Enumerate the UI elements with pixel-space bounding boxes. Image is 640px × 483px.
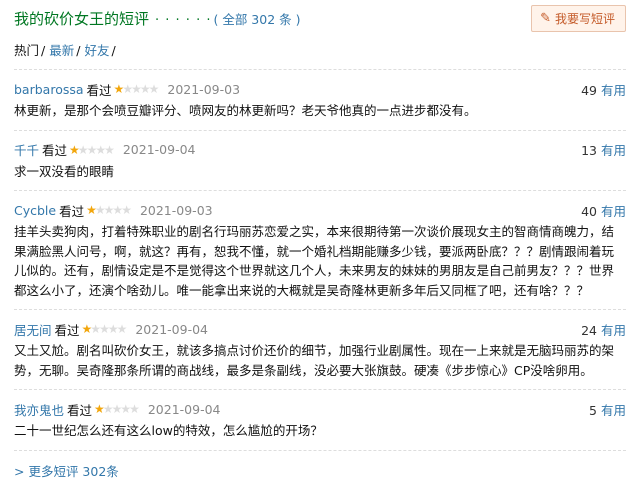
review-user-link[interactable]: barbarossa	[14, 82, 84, 97]
review-item: barbarossa 看过 ★★★★★ 2021-09-03 49 有用 林更新，是那个会喷…	[14, 70, 626, 131]
review-meta-left: 千千 看过 ★★★★★ 2021-09-04	[14, 140, 196, 159]
useful-vote-button[interactable]: 有用	[601, 204, 626, 219]
star-icon: ★	[94, 402, 105, 416]
vote-count: 13	[581, 143, 597, 158]
review-text: 二十一世纪怎么还有这么low的特效，怎么尴尬的开场？	[14, 423, 323, 438]
review-meta-left: 居无间 看过 ★★★★★ 2021-09-04	[14, 320, 208, 339]
star-icon: ★	[99, 322, 110, 336]
star-icon: ★	[107, 322, 119, 336]
review-meta-left: Cycble 看过 ★★★★★ 2021-09-03	[14, 201, 213, 220]
useful-vote-button[interactable]: 有用	[601, 143, 626, 158]
review-user-link[interactable]: 我亦鬼也	[14, 400, 64, 419]
review-item: 居无间 看过 ★★★★★ 2021-09-04 24 有用 又土又尬。剧名叫砍价女王，就该多…	[14, 310, 626, 390]
sort-tabs: 热门 / 最新 / 好友 /	[14, 40, 626, 62]
comments-header: 我的砍价女王的短评 · · · · · · ( 全部 302 条 ) ✎ 我要写…	[14, 0, 626, 35]
review-date: 2021-09-04	[135, 321, 209, 337]
star-icon: ★	[102, 402, 114, 416]
review-meta: 我亦鬼也 看过 ★★★★★ 2021-09-04 5 有用	[14, 400, 626, 418]
star-icon: ★	[90, 322, 101, 336]
vote-group: 49 有用	[581, 80, 626, 99]
star-icon: ★	[131, 82, 142, 96]
rating-stars: ★★★★★	[113, 82, 160, 96]
review-date: 2021-09-04	[122, 142, 196, 157]
watched-label: 看过	[42, 143, 68, 158]
vote-group: 13 有用	[581, 140, 626, 159]
review-item: 千千 看过 ★★★★★ 2021-09-04 13 有用 求一双没看的眼睛	[14, 131, 626, 191]
review-meta: barbarossa 看过 ★★★★★ 2021-09-03 49 有用	[14, 80, 626, 98]
write-review-button[interactable]: ✎ 我要写短评	[531, 4, 626, 32]
title-dots: · · · · · ·	[155, 12, 212, 28]
rating-stars: ★★★★★	[94, 402, 140, 416]
review-user-link[interactable]: 居无间	[14, 320, 52, 339]
review-meta: 千千 看过 ★★★★★ 2021-09-04 13 有用	[14, 141, 626, 159]
write-review-label: 我要写短评	[554, 11, 615, 26]
tab-separator: /	[111, 43, 116, 58]
comments-section: 我的砍价女王的短评 · · · · · · ( 全部 302 条 ) ✎ 我要写…	[0, 0, 640, 483]
watched-label: 看过	[67, 402, 93, 418]
review-meta-left: 我亦鬼也 看过 ★★★★★ 2021-09-04	[14, 400, 221, 419]
star-icon: ★	[104, 142, 115, 157]
star-icon: ★	[139, 82, 151, 96]
star-icon: ★	[121, 203, 132, 217]
vote-count: 49	[581, 82, 597, 98]
rating-stars: ★★★★★	[69, 142, 115, 157]
useful-vote-button[interactable]: 有用	[601, 323, 626, 338]
star-icon: ★	[95, 142, 106, 157]
star-icon: ★	[129, 402, 140, 416]
star-icon: ★	[113, 82, 125, 96]
review-text: 林更新，是那个会喷豆瓣评分、喷网友的林更新吗？老天爷他真的一点进步都没有。	[14, 103, 477, 118]
review-user-link[interactable]: 千千	[14, 140, 39, 159]
watched-label: 看过	[86, 82, 112, 98]
review-text: 挂羊头卖狗肉，打着特殊职业的剧名行玛丽苏恋爱之实，本来很期待第一次谈价展现女主的…	[14, 224, 615, 298]
review-text: 又土又尬。剧名叫砍价女王，就该多搞点讨价还价的细节，加强行业剧属性。现在一上来就…	[14, 343, 615, 378]
star-icon: ★	[120, 402, 131, 416]
star-icon: ★	[116, 322, 128, 336]
star-icon: ★	[86, 203, 97, 217]
tab-0[interactable]: 热门	[14, 43, 39, 58]
watched-label: 看过	[54, 322, 80, 338]
star-icon: ★	[112, 203, 123, 217]
vote-count: 5	[589, 402, 597, 418]
review-date: 2021-09-03	[167, 81, 241, 97]
vote-group: 5 有用	[589, 400, 626, 419]
more-reviews-link[interactable]: > 更多短评 302条	[14, 461, 626, 480]
star-icon: ★	[122, 82, 133, 96]
watched-label: 看过	[59, 203, 85, 219]
star-icon: ★	[94, 203, 106, 217]
review-date: 2021-09-04	[147, 401, 221, 417]
review-user-link[interactable]: Cycble	[14, 203, 56, 218]
pencil-icon: ✎	[540, 10, 551, 26]
review-meta-left: barbarossa 看过 ★★★★★ 2021-09-03	[14, 80, 240, 99]
tab-2[interactable]: 好友	[84, 43, 109, 58]
total-count-link[interactable]: ( 全部 302 条 )	[213, 9, 300, 28]
tab-separator: /	[41, 43, 46, 58]
vote-count: 24	[581, 322, 597, 338]
tab-separator: /	[76, 43, 81, 58]
star-icon: ★	[81, 322, 93, 336]
review-text: 求一双没看的眼睛	[14, 163, 115, 179]
star-icon: ★	[86, 142, 98, 157]
review-meta: Cycble 看过 ★★★★★ 2021-09-03 40 有用	[14, 201, 626, 219]
useful-vote-button[interactable]: 有用	[601, 83, 626, 98]
star-icon: ★	[111, 402, 123, 416]
review-item: 我亦鬼也 看过 ★★★★★ 2021-09-04 5 有用 二十一世纪怎么还有这么low的特…	[14, 390, 626, 451]
section-title: 我的砍价女王的短评	[14, 9, 150, 28]
vote-count: 40	[581, 203, 597, 219]
vote-group: 24 有用	[581, 320, 626, 339]
review-item: Cycble 看过 ★★★★★ 2021-09-03 40 有用挂羊头卖狗肉，打着特殊职业…	[14, 191, 626, 310]
rating-stars: ★★★★★	[86, 203, 132, 217]
rating-stars: ★★★★★	[81, 322, 128, 336]
tab-1[interactable]: 最新	[49, 43, 74, 58]
review-list: barbarossa 看过 ★★★★★ 2021-09-03 49 有用 林更新，是那个会喷…	[14, 70, 626, 451]
star-icon: ★	[69, 142, 80, 157]
star-icon: ★	[77, 142, 89, 157]
vote-group: 40 有用	[581, 201, 626, 220]
title-group: 我的砍价女王的短评 · · · · · · ( 全部 302 条 )	[14, 8, 301, 29]
useful-vote-button[interactable]: 有用	[601, 403, 626, 418]
review-date: 2021-09-03	[139, 202, 213, 218]
star-icon: ★	[148, 82, 160, 96]
review-meta: 居无间 看过 ★★★★★ 2021-09-04 24 有用	[14, 320, 626, 338]
